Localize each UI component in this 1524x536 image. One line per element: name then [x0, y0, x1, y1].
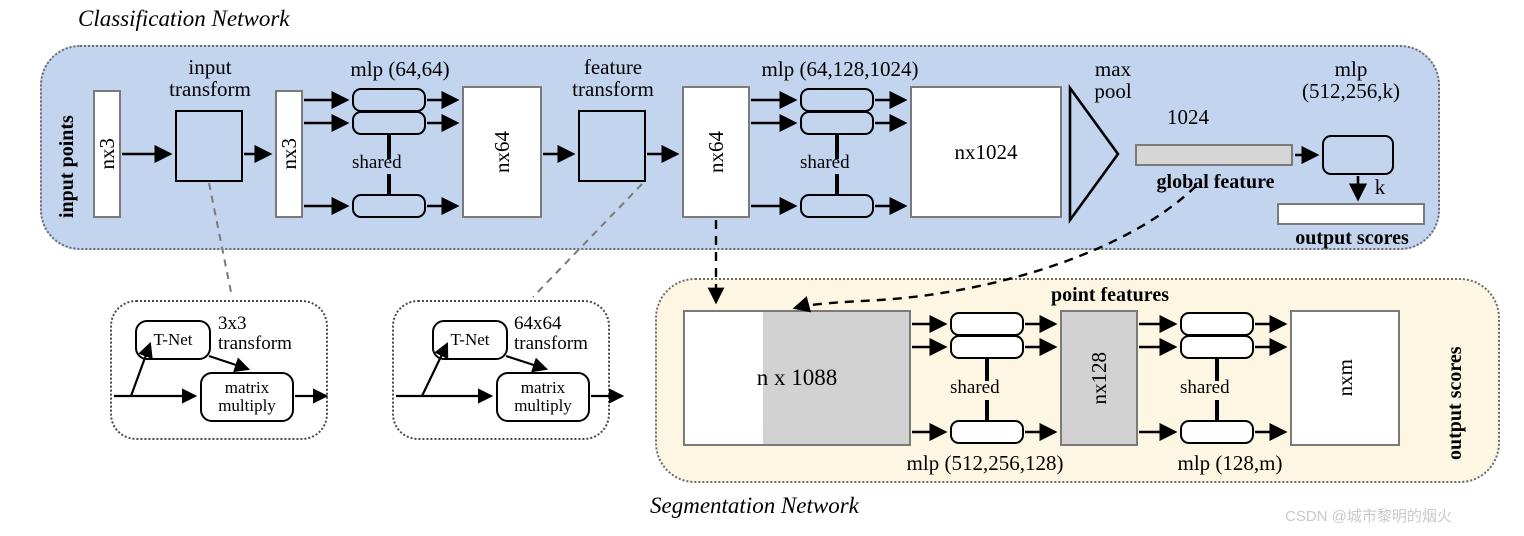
box-nx64-a: nx64 — [462, 86, 542, 218]
box-nx3-input: nx3 — [93, 90, 121, 218]
tnet-feature-tnet-label: T-Net — [450, 329, 490, 349]
seg-mlp-512-256-128-box-top — [950, 312, 1024, 336]
input-transform-label: input transform — [169, 55, 251, 102]
box-n-x-1088-label: n x 1088 — [756, 365, 838, 390]
tnet-input-matmul-box[interactable]: matrix multiply — [200, 372, 294, 422]
mlp-64-128-1024-box-bottom — [800, 194, 874, 218]
seg-mlp-2-shared-bar-lower — [1215, 400, 1219, 420]
seg-mlp-128-m-box-top — [1180, 312, 1254, 336]
mlp-64-128-1024-shared-bar-lower — [835, 174, 839, 194]
figure-canvas: Classification Network input points nx3 … — [0, 0, 1524, 536]
global-feature-label: global feature — [1156, 171, 1275, 193]
box-n-x-1088: n x 1088 — [683, 310, 911, 446]
seg-mlp-512-256-128-box-mid — [950, 335, 1024, 359]
mlp-64-128-1024-box-mid — [800, 111, 874, 135]
tnet-input-tnet-label: T-Net — [153, 329, 193, 349]
box-nx3-transformed-label: nx3 — [276, 138, 301, 170]
mlp-64-128-1024-shared-label: shared — [800, 152, 850, 173]
box-nx1024-label: nx1024 — [954, 139, 1018, 164]
mlp-64-128-1024-box-top — [800, 88, 874, 112]
classification-network-title: Classification Network — [78, 6, 290, 31]
segmentation-output-scores-label: output scores — [1444, 346, 1466, 460]
tnet-feature-transform-label: 64x64 transform — [514, 313, 588, 354]
mlp-64-64-box-top — [352, 88, 426, 112]
tnet-feature-matmul-label: matrix multiply — [514, 377, 572, 415]
segmentation-network-title: Segmentation Network — [650, 493, 859, 518]
seg-mlp-2-shared-label: shared — [1180, 377, 1230, 398]
mlp-64-64-label: mlp (64,64) — [350, 57, 450, 81]
global-feature-bar — [1135, 144, 1293, 166]
feature-transform-block — [578, 110, 646, 182]
mlp-64-64-shared-label: shared — [352, 152, 402, 173]
box-nxm: nxm — [1290, 310, 1400, 446]
global-feature-dim-label: 1024 — [1167, 105, 1209, 129]
box-nx3-input-label: nx3 — [94, 138, 119, 170]
cls-output-scores-bar — [1277, 203, 1425, 225]
seg-mlp-128-m-label: mlp (128,m) — [1177, 451, 1283, 475]
box-nxm-label: nxm — [1332, 359, 1357, 397]
cls-k-label: k — [1374, 175, 1386, 199]
mlp-64-128-1024-label: mlp (64,128,1024) — [761, 57, 919, 81]
seg-mlp-1-shared-bar-lower — [985, 400, 989, 420]
mlp-64-64-shared-bar-lower — [387, 174, 391, 194]
mlp-64-64-box-mid — [352, 111, 426, 135]
tnet-feature-tnet-box[interactable]: T-Net — [432, 320, 508, 360]
seg-mlp-128-m-box-bottom — [1180, 420, 1254, 444]
max-pool-label: max pool — [1094, 57, 1132, 104]
input-transform-block — [175, 110, 243, 182]
seg-mlp-128-m-box-mid — [1180, 335, 1254, 359]
tnet-feature-matmul-box[interactable]: matrix multiply — [496, 372, 590, 422]
box-nx3-transformed: nx3 — [275, 90, 303, 218]
box-nx128: nx128 — [1060, 310, 1138, 446]
box-nx64-b-label: nx64 — [703, 131, 728, 173]
seg-mlp-512-256-128-label: mlp (512,256,128) — [906, 451, 1064, 475]
box-nx64-a-label: nx64 — [489, 131, 514, 173]
tnet-input-tnet-box[interactable]: T-Net — [135, 320, 211, 360]
cls-output-scores-label: output scores — [1295, 227, 1409, 249]
box-nx64-b: nx64 — [682, 86, 750, 218]
tnet-input-transform-label: 3x3 transform — [218, 313, 292, 354]
box-nx1024: nx1024 — [910, 86, 1062, 218]
point-features-label: point features — [1051, 284, 1169, 306]
input-points-label: input points — [56, 115, 78, 218]
mlp-512-256-k-label: mlp (512,256,k) — [1302, 57, 1400, 104]
box-nx128-label: nx128 — [1086, 351, 1111, 405]
tnet-input-matmul-label: matrix multiply — [218, 377, 276, 415]
mlp-64-64-box-bottom — [352, 194, 426, 218]
feature-transform-label: feature transform — [572, 55, 654, 102]
csdn-watermark: CSDN @城市黎明的烟火 — [1285, 508, 1452, 525]
mlp-512-256-k-box — [1322, 135, 1394, 175]
seg-mlp-1-shared-label: shared — [950, 377, 1000, 398]
seg-mlp-512-256-128-box-bottom — [950, 420, 1024, 444]
